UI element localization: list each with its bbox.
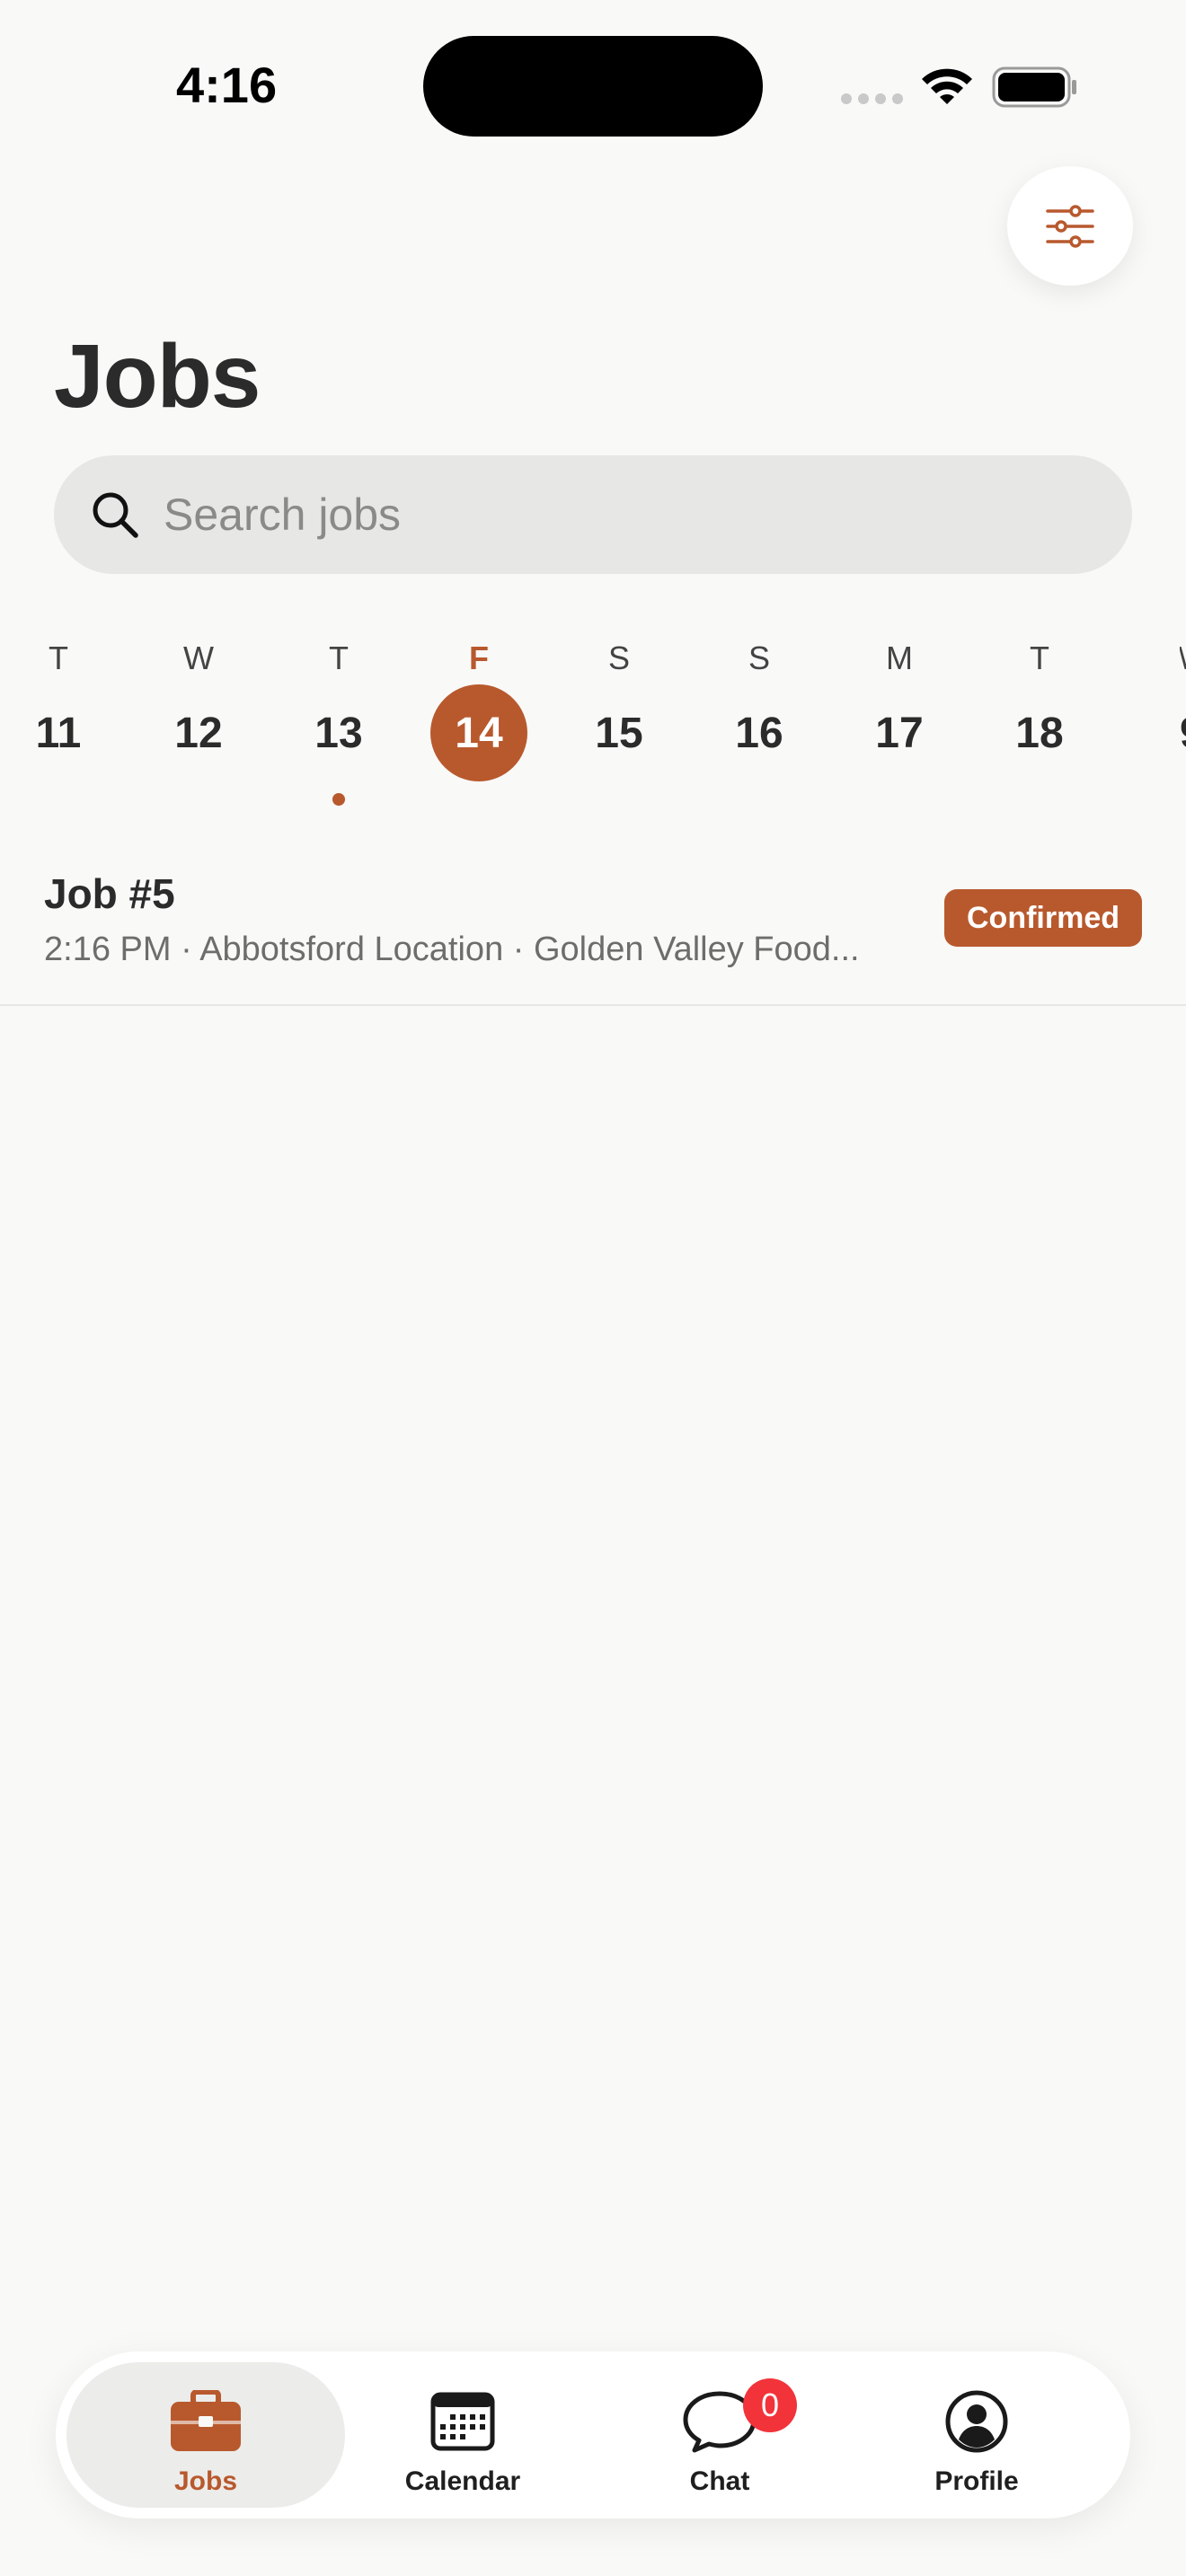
day-number: 13 (314, 709, 363, 757)
day-14-selected[interactable]: F 14 (416, 629, 542, 817)
tab-label: Chat (689, 2466, 750, 2496)
day-17[interactable]: M 17 (836, 629, 962, 817)
day-letter: F (469, 640, 489, 676)
tab-label: Profile (934, 2466, 1019, 2496)
search-input[interactable] (164, 489, 1062, 541)
wifi-icon (922, 68, 972, 104)
jobs-screen: 4:16 Jobs Search jobs T 11 W 12 T 13 F 1… (0, 0, 1186, 2576)
day-12[interactable]: W 12 (136, 629, 261, 817)
day-number: 14 (455, 709, 503, 757)
person-circle-icon (945, 2390, 1008, 2453)
tab-label: Jobs (173, 2466, 238, 2496)
day-number: 19 (1180, 709, 1186, 758)
day-letter: T (329, 640, 349, 676)
day-letter: W (1180, 640, 1186, 677)
day-number: 17 (875, 709, 924, 757)
day-15[interactable]: S 15 (556, 629, 682, 817)
cellular-signal-icon (841, 93, 903, 104)
job-details: 2:16 PM · Abbotsford Location · Golden V… (44, 931, 860, 968)
sliders-icon (1046, 204, 1094, 248)
day-19[interactable]: W 19 (1180, 629, 1186, 817)
briefcase-icon (171, 2390, 241, 2451)
day-18[interactable]: T 18 (977, 629, 1102, 817)
day-letter: T (49, 640, 68, 676)
job-title: Job #5 (44, 870, 175, 917)
calendar-icon (430, 2392, 495, 2451)
dynamic-island (423, 36, 763, 137)
day-16[interactable]: S 16 (696, 629, 822, 817)
page-title: Jobs (54, 326, 261, 427)
tab-label: Calendar (404, 2466, 521, 2496)
filter-button[interactable] (1007, 166, 1133, 286)
day-number: 18 (1015, 709, 1064, 757)
bottom-tab-bar: Jobs Calendar 0 Chat Profile (56, 2351, 1130, 2519)
day-number: 12 (174, 709, 223, 757)
tab-chat[interactable]: 0 Chat (580, 2362, 859, 2508)
day-13[interactable]: T 13 (276, 629, 402, 817)
unread-count-badge: 0 (743, 2378, 797, 2432)
status-time: 4:16 (176, 57, 278, 113)
day-letter: T (1030, 640, 1049, 676)
tab-profile[interactable]: Profile (837, 2362, 1116, 2508)
tab-jobs[interactable]: Jobs (66, 2362, 345, 2508)
job-list-item[interactable]: Job #5 2:16 PM · Abbotsford Location · G… (0, 844, 1186, 1006)
week-day-strip: T 11 W 12 T 13 F 14 S 15 S 16 M 17 T 18 (0, 629, 1186, 817)
search-icon (93, 492, 138, 538)
day-number: 15 (595, 709, 643, 757)
day-letter: M (886, 640, 913, 676)
day-letter: S (607, 640, 630, 676)
day-number: 16 (735, 709, 783, 757)
battery-icon (992, 66, 1076, 108)
day-11[interactable]: T 11 (0, 629, 121, 817)
status-badge: Confirmed (944, 889, 1142, 947)
day-letter: W (183, 640, 214, 676)
day-letter: S (748, 640, 770, 676)
day-number: 11 (35, 709, 82, 757)
tab-calendar[interactable]: Calendar (323, 2362, 602, 2508)
event-indicator-dot (332, 793, 345, 806)
search-bar[interactable] (54, 455, 1132, 574)
